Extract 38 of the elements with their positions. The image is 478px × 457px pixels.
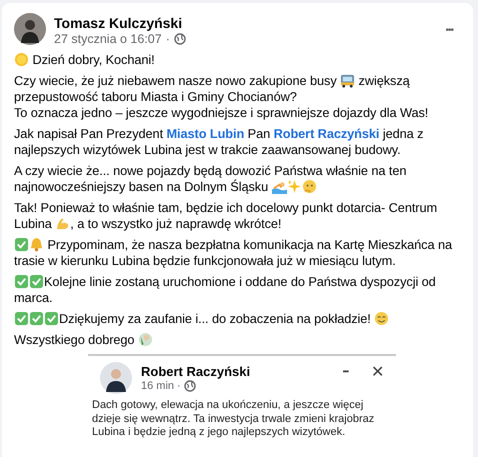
- more-button[interactable]: •••: [445, 25, 453, 36]
- post-paragraph: Jak napisał Pan Prezydent Miasto Lubin Pan Robert Raczyński jedna z najlepszych wizytówek Lubina jest w trakcie zaawansowanej budowy.: [14, 126, 424, 158]
- globe-icon: [174, 33, 186, 45]
- face-icon: [302, 179, 317, 194]
- avatar-icon[interactable]: [100, 362, 132, 394]
- globe-icon: [184, 380, 196, 392]
- checkmark-icon: [44, 311, 59, 326]
- post-paragraph: Dziękujemy za zaufanie i... do zobaczenia na pokładzie!: [14, 311, 463, 327]
- post-paragraph: A czy wiecie że... nowe pojazdy będą dowozić Państwa właśnie na ten najnowocześniejszy basen na Dolnym Śląsku: [14, 163, 408, 195]
- avatar-icon[interactable]: [14, 13, 46, 45]
- post-paragraph: Kolejne linie zostaną uruchomione i oddane do Państwa dyspozycji od marca.: [14, 274, 437, 306]
- flexed-arm-icon: [55, 216, 70, 231]
- post-paragraph: Czy wiecie, że już niebawem nasze nowo zakupione busy zwiększą przepustowość taboru Miasta i Gminy Chocianów? To oznacza jedno – jeszcze wygodniejsze i sprawniejsze dojazdy dla Was!: [14, 73, 430, 121]
- sparkles-icon: [286, 179, 302, 194]
- post-time[interactable]: 27 stycznia o 16:07: [54, 32, 162, 46]
- shared-post-text: Dach gotowy, elewacja na ukończeniu, a jeszcze więcej dzieje się wewnątrz. Ta inwestycja trwale zmieni krajobraz Lubina i będzie jedną z jego najlepszych wizytówek.: [92, 399, 376, 440]
- post-paragraph: Wszystkiego dobrego: [14, 332, 463, 348]
- author-name[interactable]: Robert Raczyński: [141, 364, 334, 379]
- profile-link[interactable]: Miasto Lubin: [166, 126, 244, 141]
- checkmark-icon: [14, 311, 29, 326]
- checkmark-icon: [29, 311, 44, 326]
- profile-link[interactable]: Robert Raczyński: [274, 126, 380, 141]
- checkmark-icon: [29, 274, 44, 289]
- bus-icon: [340, 73, 356, 88]
- post-paragraph: Dzień dobry, Kochani!: [14, 52, 463, 68]
- post-time[interactable]: 16 min: [141, 380, 174, 392]
- post-paragraph: Przypominam, że nasza bezpłatna komunikacja na Kartę Mieszkańca na trasie w kierunku Lubina będzie funkcjonowała już w miesiącu lutym.: [14, 237, 454, 269]
- separator: ·: [166, 32, 170, 46]
- close-button[interactable]: ✕: [371, 362, 384, 382]
- checkmark-icon: [14, 274, 29, 289]
- separator: ·: [177, 380, 181, 392]
- smiley-icon: [374, 311, 390, 326]
- post-paragraph: Tak! Ponieważ to właśnie tam, będzie ich docelowy punkt dotarcia- Centrum Lubina , a to wszystko już naprawdę wkrótce!: [14, 200, 438, 232]
- checkmark-icon: [14, 237, 29, 252]
- more-button[interactable]: •••: [342, 367, 348, 376]
- bell-icon: [29, 237, 44, 252]
- sun-icon: [14, 52, 29, 67]
- author-name[interactable]: Tomasz Kulczyński: [54, 15, 438, 31]
